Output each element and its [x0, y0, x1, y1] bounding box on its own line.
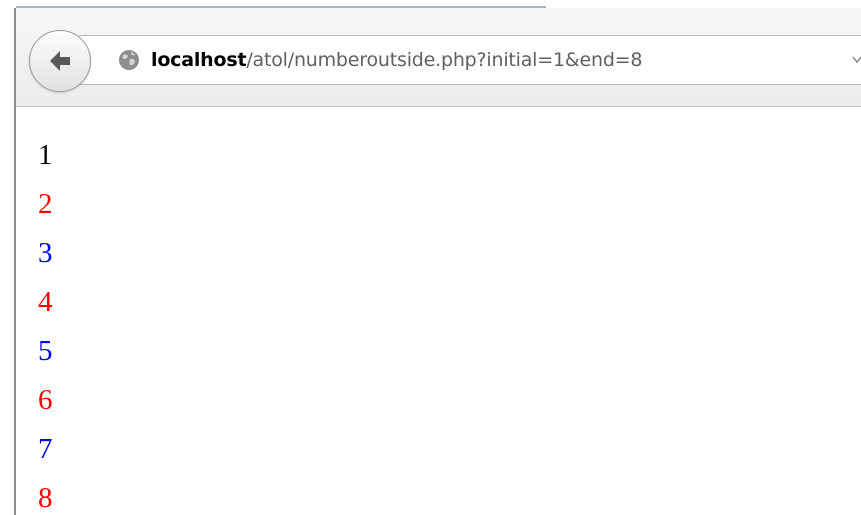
url-host: localhost [151, 49, 247, 71]
browser-window: localhost/atol/numberoutside.php?initial… [0, 0, 861, 515]
url-text[interactable]: localhost/atol/numberoutside.php?initial… [151, 45, 642, 75]
chevron-down-icon[interactable] [852, 56, 861, 64]
back-button[interactable] [29, 30, 91, 92]
number-item: 5 [38, 335, 53, 367]
number-item: 6 [38, 384, 53, 416]
number-item: 3 [38, 237, 53, 269]
number-item: 1 [38, 139, 53, 171]
url-path: /atol/numberoutside.php?initial=1&end=8 [246, 49, 643, 71]
page-content: 1 2 3 4 5 6 7 8 [16, 107, 861, 515]
arrow-left-icon [50, 51, 70, 71]
number-item: 8 [38, 482, 53, 514]
globe-icon [119, 50, 139, 70]
number-item: 2 [38, 188, 53, 220]
number-item: 7 [38, 433, 53, 465]
number-item: 4 [38, 286, 53, 318]
